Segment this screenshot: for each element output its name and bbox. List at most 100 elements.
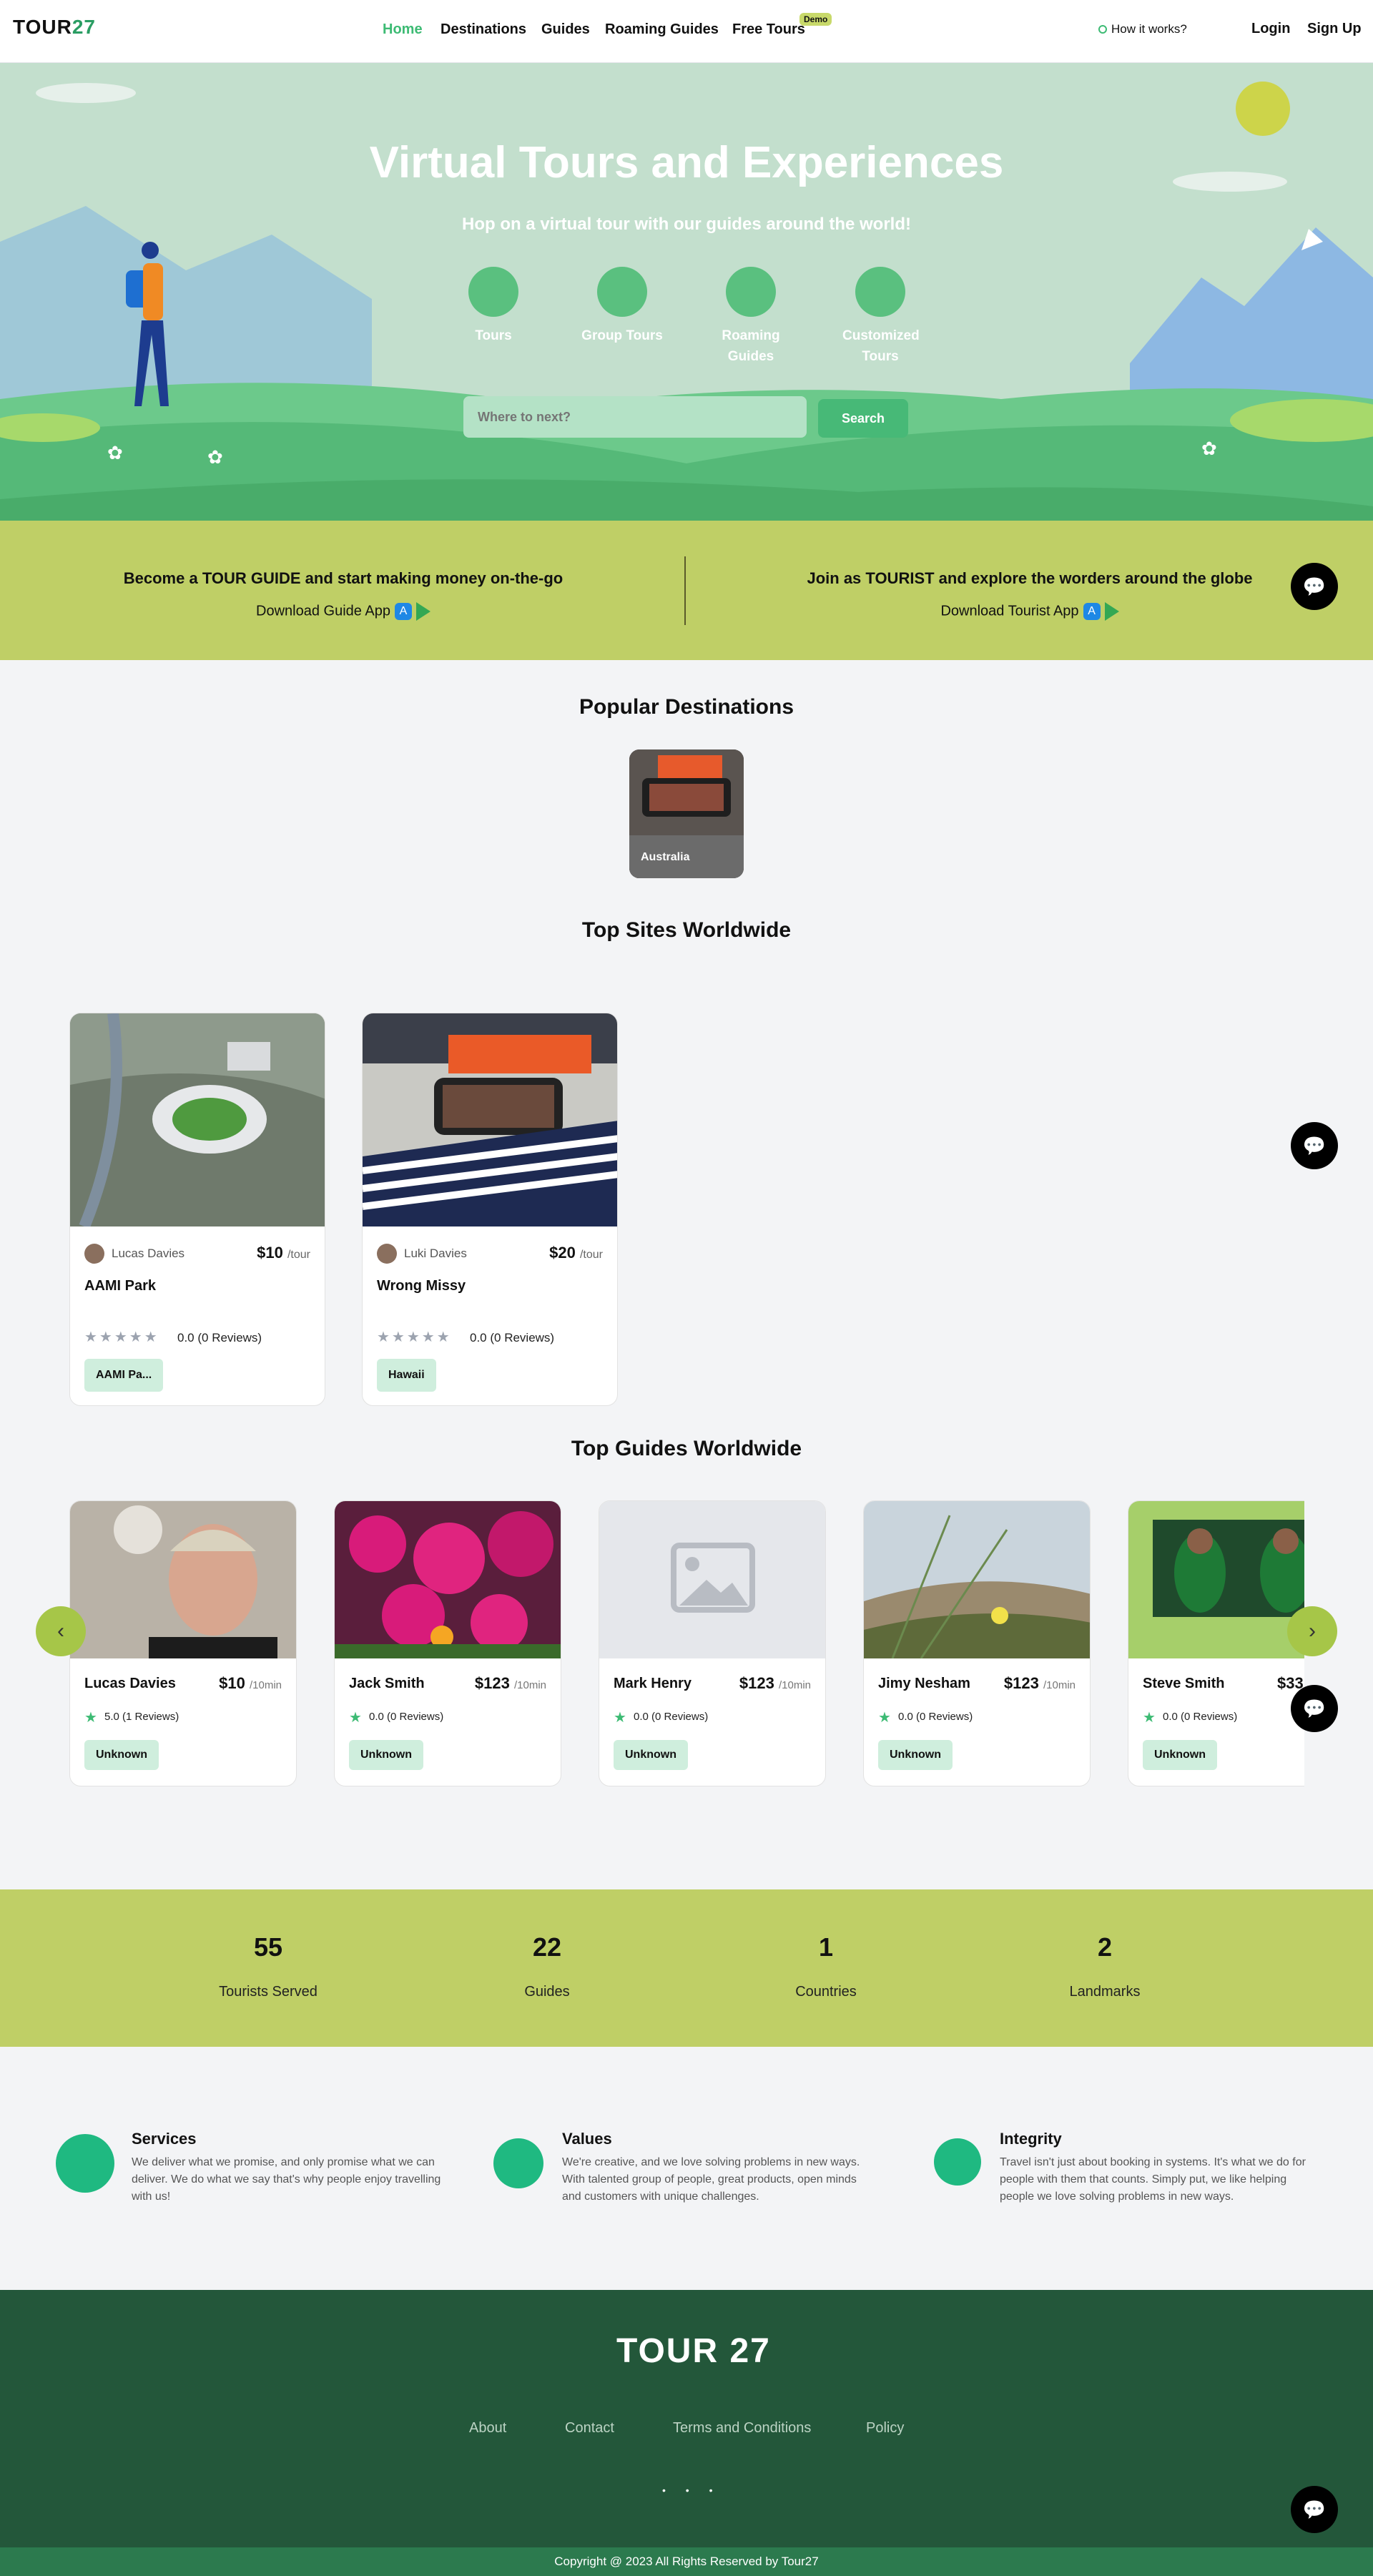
tours-icon [468,267,518,317]
footer-link-policy[interactable]: Policy [866,2420,904,2437]
location-tag[interactable]: Unknown [614,1740,688,1770]
site-title: AAMI Park [84,1278,157,1294]
hero-subtitle: Hop on a virtual tour with our guides ar… [462,215,911,234]
location-tag[interactable]: Hawaii [377,1359,436,1392]
nav-roaming-guides[interactable]: Roaming Guides [605,21,719,38]
guide-name: Jack Smith [349,1676,425,1691]
destination-card-australia[interactable]: Australia [629,749,744,878]
category-group-tours[interactable]: Group Tours [569,267,676,346]
category-tours[interactable]: Tours [440,267,547,346]
carousel-prev-button[interactable]: ‹ [36,1606,86,1656]
guide-name: Jimy Nesham [878,1676,970,1691]
footer-link-terms[interactable]: Terms and Conditions [673,2420,811,2437]
rating-text: 0.0 (0 Reviews) [898,1711,973,1723]
banner-divider [684,556,686,625]
customized-tours-icon [855,267,905,317]
popular-destinations-title: Popular Destinations [579,695,794,719]
chat-icon[interactable]: 💬 [1291,1122,1338,1169]
guide-photo [335,1501,561,1658]
guide-name: Lucas Davies [112,1247,185,1260]
headset-icon [56,2134,114,2193]
location-tag[interactable]: Unknown [1143,1740,1217,1770]
destination-label: Australia [641,851,690,863]
stat-guides: 22 Guides [524,1932,570,2000]
footer-logo[interactable]: TOUR 27 [616,2331,771,2371]
location-tag[interactable]: Unknown [878,1740,953,1770]
app-store-icon[interactable]: A [1083,603,1101,620]
diamond-icon [493,2138,543,2188]
nav-destinations[interactable]: Destinations [441,21,526,38]
carousel-next-button[interactable]: › [1287,1606,1337,1656]
download-tourist-app-label: Download Tourist App [940,603,1079,619]
app-download-banner: Become a TOUR GUIDE and start making mon… [0,521,1373,660]
signup-button[interactable]: Sign Up [1307,21,1362,37]
rating-stars: ★★★★★ [377,1329,452,1345]
guide-card[interactable]: Mark Henry $123 /10min ★ 0.0 (0 Reviews)… [599,1500,826,1786]
value-text: We're creative, and we love solving prob… [562,2156,860,2203]
hero-landscape-illustration: ✿ ✿ ✿ [0,82,1373,521]
download-guide-app-label: Download Guide App [256,603,390,619]
page: TOUR27 Home Destinations Guides Roaming … [0,0,1373,2576]
search-button[interactable]: Search [818,399,908,438]
guide-price: $10 /10min [219,1674,282,1692]
stat-tourists: 55 Tourists Served [219,1932,318,2000]
google-play-icon[interactable] [415,602,430,621]
value-title: Integrity [1000,2130,1062,2148]
category-roaming-guides[interactable]: Roaming Guides [697,267,804,367]
logo[interactable]: TOUR27 [13,16,96,39]
rating-text: 0.0 (0 Reviews) [177,1331,262,1344]
guide-card[interactable]: Lucas Davies $10 /10min ★ 5.0 (1 Reviews… [69,1500,297,1786]
category-label: Tours [475,328,512,343]
star-icon: ★ [349,1710,362,1726]
site-card[interactable]: Lucas Davies $10 /tour AAMI Park ★★★★★ 0… [69,1013,325,1406]
social-dots[interactable]: • • • [662,2484,721,2496]
logo-text: TOUR [13,16,72,38]
chat-icon[interactable]: 💬 [1291,563,1338,610]
rating-text: 5.0 (1 Reviews) [104,1711,179,1723]
nav-guides[interactable]: Guides [541,21,590,38]
chat-icon[interactable]: 💬 [1291,2486,1338,2533]
category-customized-tours[interactable]: Customized Tours [827,267,934,367]
guide-avatar [377,1244,397,1264]
site-card[interactable]: Luki Davies $20 /tour Wrong Missy ★★★★★ … [362,1013,618,1406]
site-price: $10 /tour [257,1244,310,1262]
site-title: Wrong Missy [377,1278,466,1294]
guide-card[interactable]: Jack Smith $123 /10min ★ 0.0 (0 Reviews)… [334,1500,561,1786]
guide-price: $123 /10min [474,1674,546,1692]
roaming-guides-icon [726,267,776,317]
fist-icon [934,2138,981,2186]
login-button[interactable]: Login [1251,21,1290,37]
guide-name: Mark Henry [614,1676,692,1691]
chat-icon[interactable]: 💬 [1291,1685,1338,1732]
google-play-icon[interactable] [1104,602,1119,621]
group-tours-icon [597,267,647,317]
value-text: Travel isn't just about booking in syste… [1000,2156,1306,2203]
star-icon: ★ [614,1710,626,1726]
guide-card[interactable]: Jimy Nesham $123 /10min ★ 0.0 (0 Reviews… [863,1500,1091,1786]
svg-text:✿: ✿ [1201,438,1217,459]
value-text: We deliver what we promise, and only pro… [132,2156,441,2203]
location-tag[interactable]: Unknown [84,1740,159,1770]
rating-text: 0.0 (0 Reviews) [634,1711,709,1723]
location-tag[interactable]: Unknown [349,1740,423,1770]
rating-text: 0.0 (0 Reviews) [1163,1711,1238,1723]
stat-countries: 1 Countries [795,1932,857,2000]
location-tag[interactable]: AAMI Pa... [84,1359,164,1392]
search-input[interactable] [463,396,807,438]
guide-card[interactable]: Steve Smith $33 ★ 0.0 (0 Reviews) Unknow… [1128,1500,1304,1786]
guide-download: Download Guide App A [93,602,594,621]
guide-name: Luki Davies [404,1247,467,1260]
stat-landmarks: 2 Landmarks [1069,1932,1141,2000]
app-store-icon[interactable]: A [394,603,412,620]
nav-free-tours[interactable]: Free Tours [732,21,805,38]
svg-text:✿: ✿ [107,442,123,463]
how-it-works-link[interactable]: How it works? [1098,22,1187,36]
footer-link-about[interactable]: About [469,2420,506,2437]
nav-home[interactable]: Home [383,21,423,38]
guide-price: $123 /10min [739,1674,811,1692]
logo-number: 27 [72,16,96,38]
footer-link-contact[interactable]: Contact [565,2420,614,2437]
site-image [70,1013,325,1226]
top-guides-title: Top Guides Worldwide [571,1437,802,1460]
site-image [363,1013,617,1226]
